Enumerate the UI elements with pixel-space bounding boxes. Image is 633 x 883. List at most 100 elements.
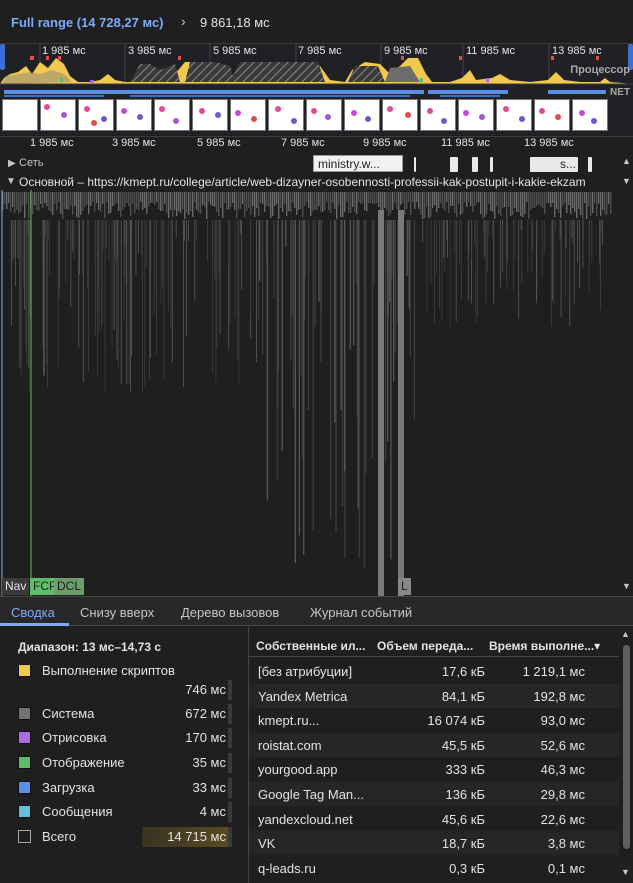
table-row[interactable]: Yandex Metrica 84,1 кБ 192,8 мс	[249, 683, 619, 708]
task-block	[582, 192, 584, 219]
table-row[interactable]: q-leads.ru 0,3 кБ 0,1 мс	[249, 856, 619, 880]
scroll-down-icon[interactable]: ▼	[621, 867, 630, 877]
task-block	[532, 192, 534, 208]
screenshot-thumbnail[interactable]	[154, 99, 190, 131]
timeline-scrollbar[interactable]: ▲ ▼ ▼	[620, 154, 633, 596]
flame-chart[interactable]	[0, 190, 620, 596]
network-request-bar[interactable]: s...	[530, 157, 578, 172]
table-scrollbar[interactable]: ▲ ▼	[620, 629, 632, 881]
call-stack-bar	[358, 220, 360, 558]
scroll-up-icon[interactable]: ▲	[622, 156, 631, 166]
marker-fcp[interactable]: FCP	[30, 578, 54, 595]
call-stack-bar	[553, 220, 555, 306]
table-row[interactable]: roistat.com 45,5 кБ 52,6 мс	[249, 732, 619, 757]
screenshot-thumbnail[interactable]	[344, 99, 380, 131]
screenshot-thumbnail[interactable]	[458, 99, 494, 131]
column-header-transfer-size[interactable]: Объем переда...	[377, 639, 473, 653]
breadcrumb-full-range[interactable]: Full range (14 728,27 мс)	[11, 15, 164, 30]
marker-nav[interactable]: Nav	[2, 578, 30, 595]
network-request-bar[interactable]	[450, 157, 458, 172]
call-stack-bar	[138, 220, 139, 255]
cell-main-thread-time: 192,8 мс	[533, 688, 585, 704]
task-block	[538, 192, 540, 204]
call-stack-bar	[22, 220, 24, 287]
network-request-bar[interactable]	[588, 157, 592, 172]
screenshot-thumbnail[interactable]	[192, 99, 228, 131]
ruler-tick: 5 985 мс	[197, 137, 241, 149]
call-stack-bar	[188, 220, 189, 241]
network-request-bar[interactable]	[414, 157, 416, 172]
screenshot-thumbnail[interactable]	[420, 99, 456, 131]
scroll-down-icon[interactable]: ▼	[622, 176, 631, 186]
screenshot-thumbnail[interactable]	[572, 99, 608, 131]
task-block	[270, 192, 272, 218]
timeline-overview[interactable]: 1 985 мс 3 985 мс 5 985 мс 7 985 мс 9 98…	[0, 44, 633, 136]
table-row[interactable]: Google Tag Man... 136 кБ 29,8 мс	[249, 782, 619, 806]
color-swatch	[18, 830, 31, 843]
call-stack-bar	[261, 220, 264, 355]
main-thread-track-header[interactable]: ▼ Основной – https://kmept.ru/college/ar…	[0, 174, 620, 190]
screenshot-thumbnail[interactable]	[2, 99, 38, 131]
table-row[interactable]: yourgood.app 333 кБ 46,3 мс	[249, 757, 619, 781]
tab-call-tree[interactable]: Дерево вызовов	[181, 605, 279, 620]
task-block	[302, 192, 304, 217]
task-block	[274, 192, 276, 206]
breadcrumb-current-range[interactable]: 9 861,18 мс	[200, 15, 270, 30]
call-stack-bar	[258, 220, 259, 320]
task-block	[56, 192, 58, 210]
screenshot-thumbnail[interactable]	[306, 99, 342, 131]
task-block	[36, 192, 38, 210]
call-stack-bar	[218, 220, 220, 279]
network-track[interactable]: ▶ Сеть s... ministry.w...	[0, 154, 633, 174]
screenshot-thumbnail[interactable]	[78, 99, 114, 131]
task-block	[584, 192, 586, 203]
scrollbar-thumb[interactable]	[623, 645, 630, 849]
call-stack-bar	[294, 220, 296, 564]
task-block	[406, 192, 408, 209]
table-row[interactable]: yandexcloud.net 45,6 кБ 22,6 мс	[249, 807, 619, 831]
task-block	[590, 192, 592, 216]
task-block	[250, 192, 252, 215]
column-header-entity[interactable]: Собственные ил...	[256, 639, 365, 653]
screenshot-thumbnail[interactable]	[534, 99, 570, 131]
tab-bottom-up[interactable]: Снизу вверх	[80, 605, 154, 620]
network-request-bar[interactable]	[490, 157, 493, 172]
network-request-bar[interactable]	[472, 157, 478, 172]
network-request-label: s...	[560, 157, 577, 171]
table-row[interactable]: [без атрибуции] 17,6 кБ 1 219,1 мс	[249, 659, 619, 683]
tab-summary[interactable]: Сводка	[11, 605, 55, 620]
task-block	[52, 192, 54, 215]
task-block	[502, 192, 504, 208]
call-stack-bar	[444, 220, 446, 272]
table-row[interactable]: kmept.ru... 16 074 кБ 93,0 мс	[249, 708, 619, 732]
task-block	[244, 192, 246, 217]
call-stack-bar	[117, 220, 119, 369]
cell-main-thread-time: 46,3 мс	[540, 762, 585, 778]
task-block	[18, 192, 20, 214]
call-stack-bar	[149, 220, 150, 380]
table-row[interactable]: VK 18,7 кБ 3,8 мс	[249, 831, 619, 856]
task-block	[482, 192, 484, 219]
task-block	[370, 192, 372, 203]
column-header-main-thread-time[interactable]: Время выполне...▾	[489, 639, 600, 653]
scroll-up-icon[interactable]: ▲	[621, 629, 630, 639]
tab-event-log[interactable]: Журнал событий	[310, 605, 412, 620]
screenshot-thumbnail[interactable]	[116, 99, 152, 131]
task-block	[166, 192, 168, 213]
marker-load[interactable]: L	[398, 578, 411, 595]
screenshot-thumbnail[interactable]	[268, 99, 304, 131]
scroll-down-icon[interactable]: ▼	[622, 581, 631, 591]
task-block	[550, 192, 552, 207]
screenshot-thumbnail[interactable]	[230, 99, 266, 131]
call-stack-bar	[301, 220, 304, 459]
call-stack-bar	[488, 220, 490, 237]
screenshot-thumbnail[interactable]	[496, 99, 532, 131]
collapse-triangle-icon[interactable]: ▼	[6, 176, 16, 187]
marker-dcl[interactable]: DCL	[54, 578, 85, 595]
call-stack-bar	[520, 220, 522, 231]
screenshot-thumbnail[interactable]	[40, 99, 76, 131]
summary-bar	[228, 680, 232, 700]
expand-triangle-icon[interactable]: ▶	[8, 158, 16, 169]
call-stack-bar	[380, 210, 382, 596]
screenshot-thumbnail[interactable]	[382, 99, 418, 131]
